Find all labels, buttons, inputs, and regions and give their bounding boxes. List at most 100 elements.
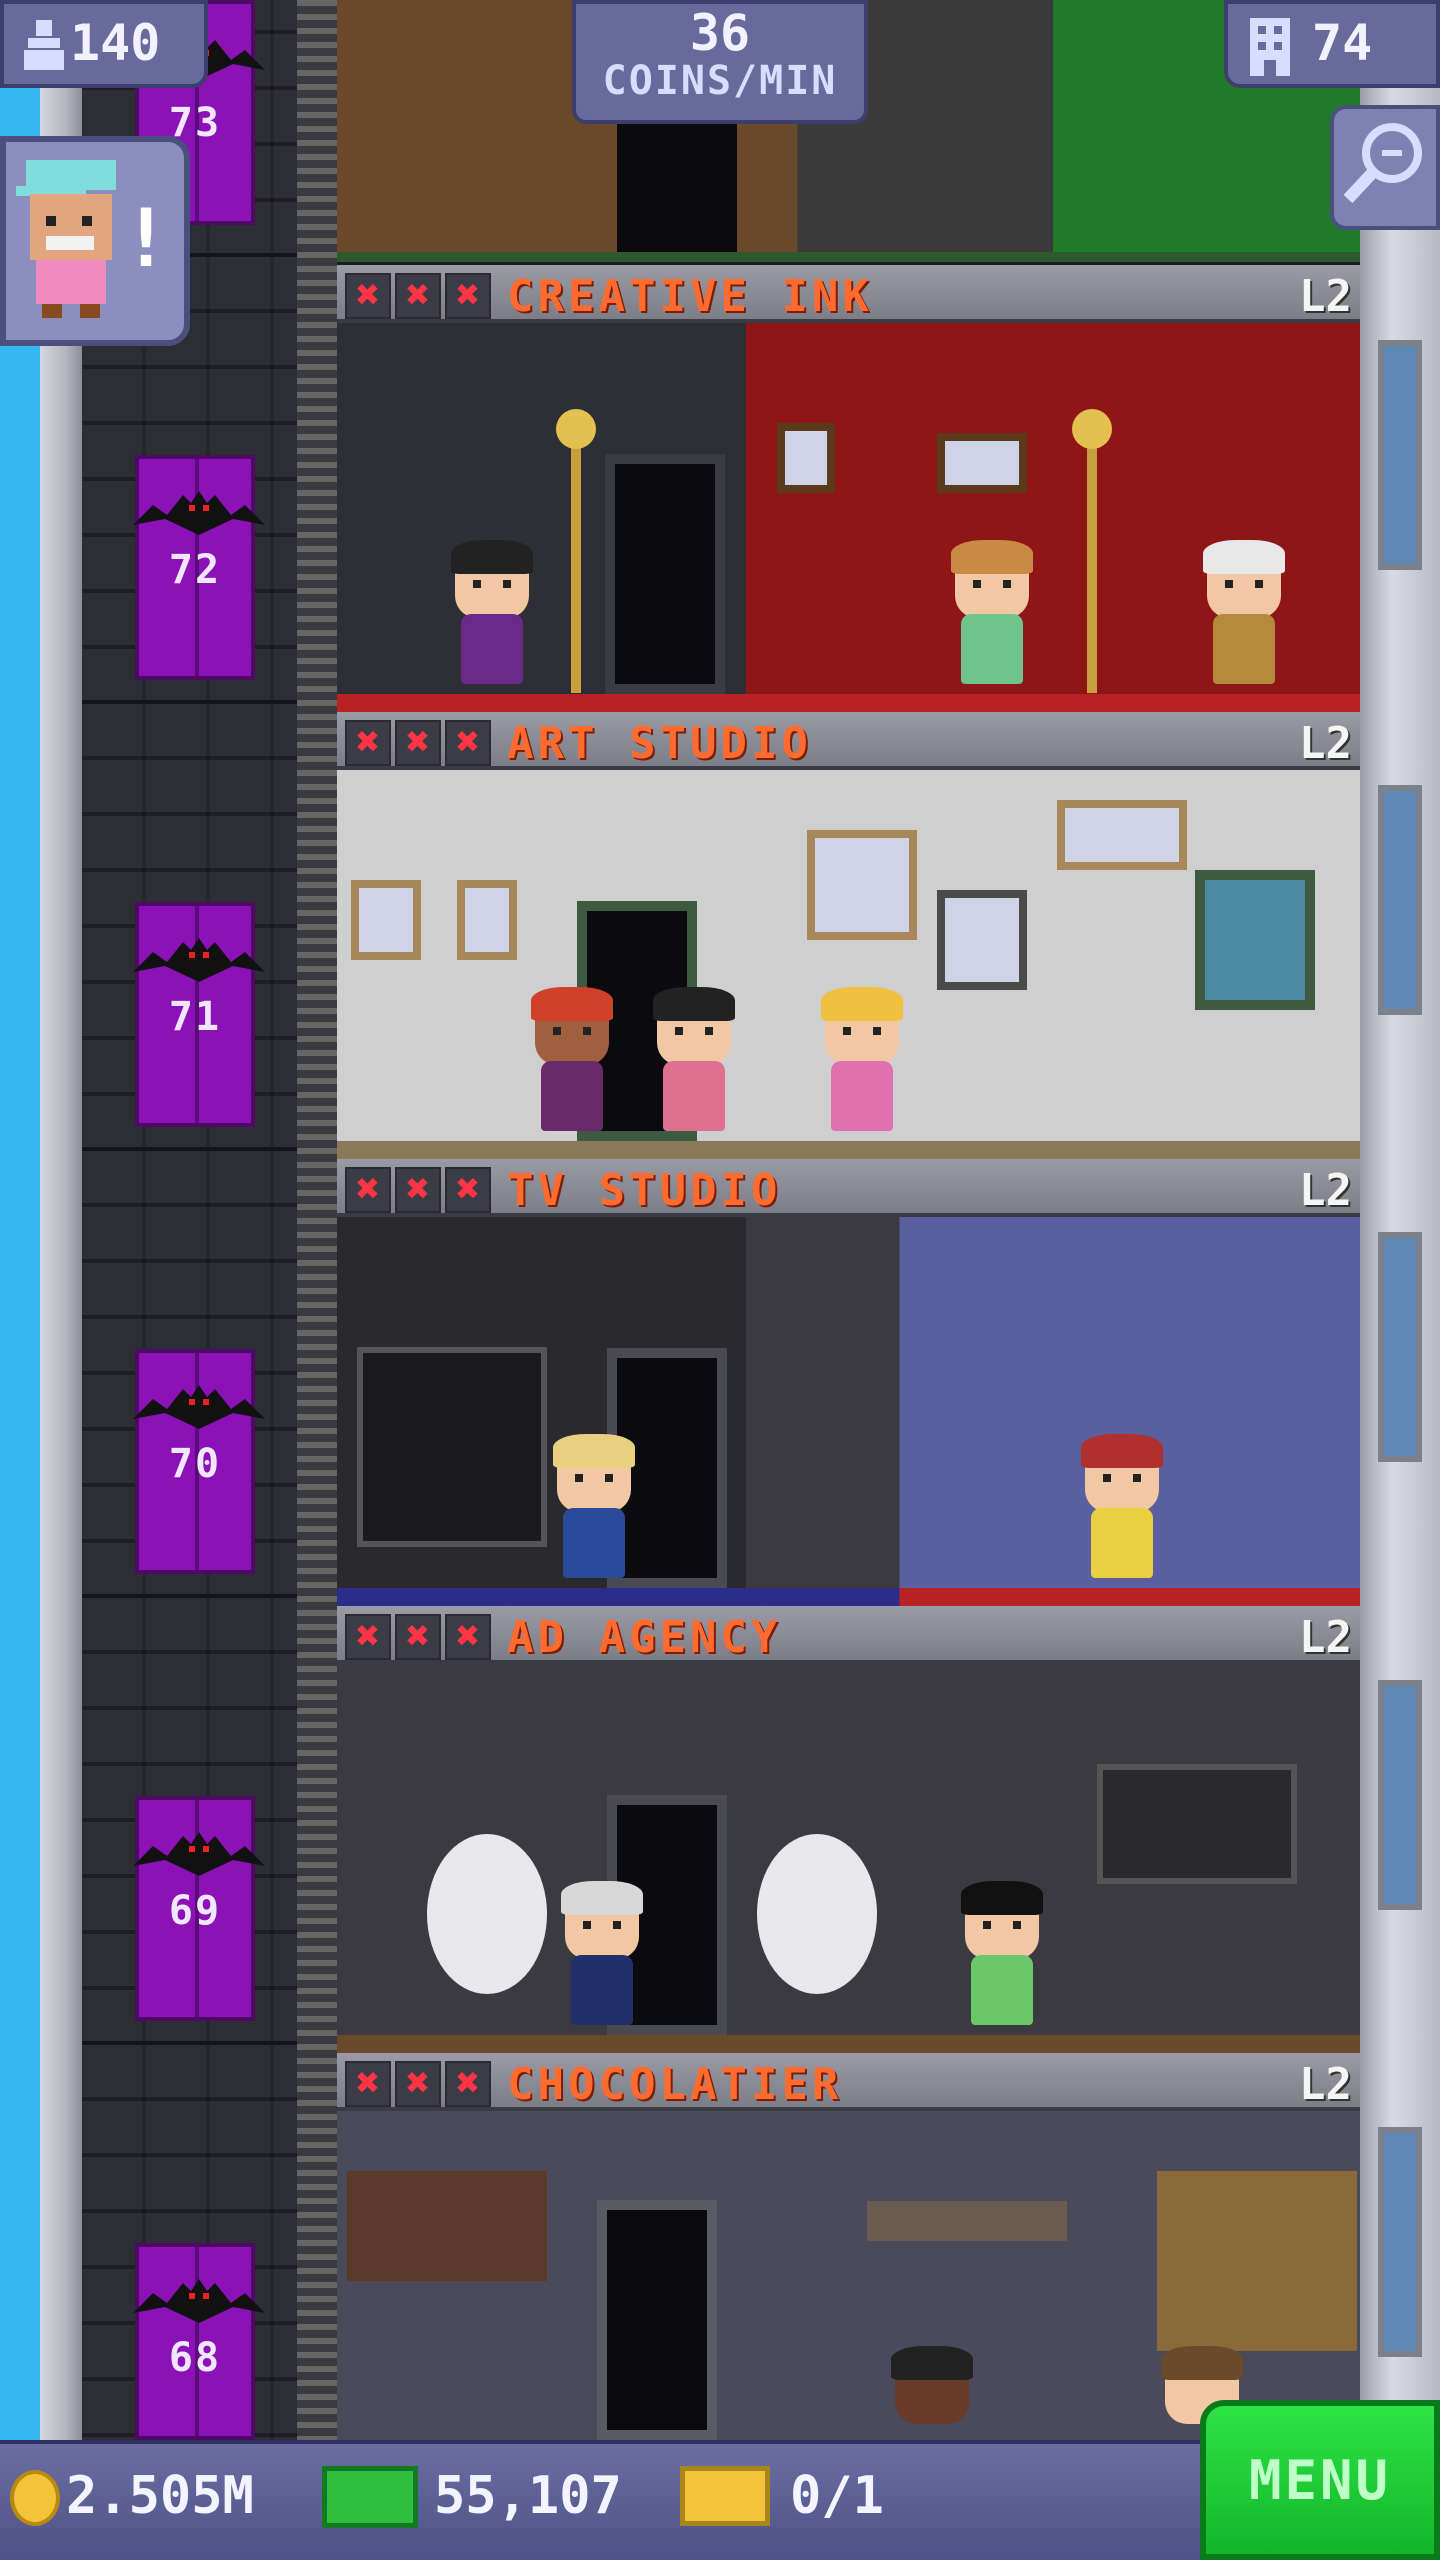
bitizen-avatar-icon [16, 160, 116, 318]
wall-frame [807, 830, 917, 940]
elevator-door[interactable]: 68 [133, 2243, 265, 2440]
floor-name: CHOCOLATIER [507, 2059, 843, 2110]
tickets-value: 0/1 [790, 2466, 884, 2526]
empty-star-icon: ✖ [345, 2061, 391, 2107]
floor-header: ✖ ✖ ✖ AD AGENCY L2 [337, 1606, 1360, 1664]
bitizen[interactable] [557, 1881, 647, 2035]
elevator-door[interactable]: 69 [133, 1796, 265, 2021]
bat-icon [133, 938, 265, 982]
floor-header: ✖ ✖ ✖ CHOCOLATIER L2 [337, 2053, 1360, 2111]
floor-counter[interactable]: 74 [1224, 0, 1440, 88]
empty-star-icon: ✖ [445, 1167, 491, 1213]
coin-rate-unit: COINS/MIN [602, 58, 838, 104]
floor-name: ART STUDIO [507, 718, 812, 769]
bitizen[interactable] [817, 987, 907, 1141]
bat-icon [133, 2279, 265, 2323]
tower-window [1378, 1232, 1422, 1462]
elevator-floor-number: 71 [168, 994, 222, 1040]
sky [0, 0, 40, 2440]
bitizen[interactable] [1077, 1434, 1167, 1588]
magnifier-icon [1343, 123, 1422, 204]
egg-chair [427, 1834, 547, 1994]
floor-ad-agency[interactable]: ✖ ✖ ✖ AD AGENCY L2 [337, 1606, 1360, 2053]
floor-art-studio[interactable]: ✖ ✖ ✖ ART STUDIO L2 [337, 712, 1360, 1159]
empty-star-icon: ✖ [395, 720, 441, 766]
room-floor [337, 694, 1360, 712]
bux-icon [322, 2466, 418, 2528]
bitizen[interactable] [549, 1434, 639, 1588]
empty-star-icon: ✖ [345, 720, 391, 766]
empty-star-icon: ✖ [345, 1614, 391, 1660]
chocolate-shelf [347, 2171, 547, 2281]
room-floor [337, 1588, 1360, 1606]
elevator-door[interactable]: 71 [133, 902, 265, 1127]
floor-level: L2 [1299, 2059, 1352, 2110]
bux-value: 55,107 [434, 2466, 622, 2526]
tower-window [1378, 340, 1422, 570]
elevator-rail [297, 0, 337, 2440]
bitizen[interactable] [1199, 540, 1289, 694]
floor-lamp [1087, 423, 1097, 693]
tower-outer-wall [40, 0, 82, 2440]
floor-count-value: 74 [1312, 14, 1373, 72]
search-button[interactable] [1330, 105, 1440, 230]
room-door [617, 122, 737, 252]
elevator-door[interactable]: 72 [133, 455, 265, 680]
floor-stars: ✖ ✖ ✖ [345, 1167, 491, 1213]
elevator-floor-number: 68 [168, 2335, 222, 2381]
room-floor [337, 252, 1360, 262]
elevator-door[interactable]: 70 [133, 1349, 265, 1574]
coins-value: 2.505M [66, 2466, 254, 2526]
population-counter[interactable]: 140 [0, 0, 208, 88]
population-value: 140 [70, 14, 161, 72]
visitor-alert-button[interactable]: ! [0, 136, 190, 346]
wall-frame [777, 423, 835, 493]
floor-name: CREATIVE INK [507, 271, 873, 322]
bitizen[interactable] [957, 1881, 1047, 2035]
floor-stars: ✖ ✖ ✖ [345, 2061, 491, 2107]
room-door [597, 2200, 717, 2440]
bitizen[interactable] [649, 987, 739, 1141]
floor-header: ✖ ✖ ✖ TV STUDIO L2 [337, 1159, 1360, 1217]
floor-name: AD AGENCY [507, 1612, 782, 1663]
bat-icon [133, 1385, 265, 1429]
floor-level: L2 [1299, 1612, 1352, 1663]
room-interior [337, 770, 1360, 1159]
ad-screen [1097, 1764, 1297, 1884]
floor-level: L2 [1299, 718, 1352, 769]
floor-header: ✖ ✖ ✖ CREATIVE INK L2 [337, 265, 1360, 323]
room-floor [337, 2035, 1360, 2053]
floor-lamp [571, 423, 581, 693]
room-floor [337, 1141, 1360, 1159]
wall-frame [937, 890, 1027, 990]
lamp-shade [556, 409, 596, 449]
coins-per-minute: 36 COINS/MIN [572, 0, 868, 124]
empty-star-icon: ✖ [395, 1614, 441, 1660]
lamp-shade [1072, 409, 1112, 449]
floor-level: L2 [1299, 1165, 1352, 1216]
bitizen[interactable] [887, 2346, 977, 2440]
tower-window [1378, 785, 1422, 1015]
elevator-floor-number: 70 [168, 1441, 222, 1487]
menu-button[interactable]: MENU [1200, 2400, 1440, 2560]
bitizen[interactable] [527, 987, 617, 1141]
bat-icon [133, 491, 265, 535]
floor-creative-ink[interactable]: ✖ ✖ ✖ CREATIVE INK L2 [337, 265, 1360, 712]
wall-frame [457, 880, 517, 960]
building-icon [1250, 18, 1290, 76]
bitizen[interactable] [447, 540, 537, 694]
floor-tv-studio[interactable]: ✖ ✖ ✖ TV STUDIO L2 [337, 1159, 1360, 1606]
room-interior [337, 1217, 1360, 1606]
floor-chocolatier[interactable]: ✖ ✖ ✖ CHOCOLATIER L2 [337, 2053, 1360, 2440]
elevator-floor-number: 69 [168, 1888, 222, 1934]
empty-star-icon: ✖ [345, 273, 391, 319]
empty-star-icon: ✖ [395, 1167, 441, 1213]
empty-star-icon: ✖ [395, 273, 441, 319]
room-window [1195, 870, 1315, 1010]
room-interior [337, 323, 1360, 712]
golden-ticket-icon [680, 2466, 770, 2526]
bat-icon [133, 1832, 265, 1876]
chocolate-machine [1157, 2171, 1357, 2351]
empty-star-icon: ✖ [445, 1614, 491, 1660]
bitizen[interactable] [947, 540, 1037, 694]
